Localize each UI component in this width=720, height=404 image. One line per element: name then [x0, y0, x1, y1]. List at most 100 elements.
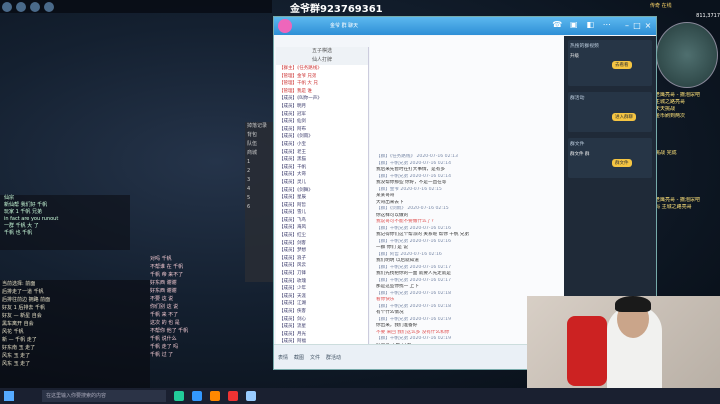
member-row[interactable]: 【成员】阿哲: [276, 202, 368, 210]
wechat-icon[interactable]: [174, 391, 184, 401]
member-row[interactable]: 【成员】老王: [276, 149, 368, 157]
member-row[interactable]: 【成员】明月: [276, 103, 368, 111]
chat-line: 不要 这 说: [150, 296, 174, 302]
member-list[interactable]: 五子棋选 仙人打牌 【群主】《任务路线》 【管理】金爷 兄弟 【管理】千帆 大 …: [276, 47, 369, 363]
side-menu-item[interactable]: 1: [245, 158, 275, 167]
file-button[interactable]: 文件: [310, 354, 320, 361]
member-row[interactable]: 【成员】刀锋: [276, 270, 368, 278]
member-row[interactable]: 【成员】星辰: [276, 194, 368, 202]
member-row[interactable]: 【成员】《剑舞》: [276, 187, 368, 195]
activity-button[interactable]: 群活动: [326, 354, 341, 361]
member-row[interactable]: 【成员】小宝: [276, 141, 368, 149]
watch-button[interactable]: 去看看: [612, 61, 632, 69]
member-row[interactable]: 【成员】风云: [276, 262, 368, 270]
quest-line[interactable]: 天天挑战: [655, 106, 720, 113]
member-row[interactable]: 【成员】阿布: [276, 126, 368, 134]
chat-line: 千帆 过 了: [150, 352, 174, 358]
member-row[interactable]: 【成员】仙剑: [276, 118, 368, 126]
chat-line: 不帮你 他了 千帆: [150, 328, 189, 334]
side-menu-item[interactable]: 队伍: [245, 140, 275, 149]
member-row[interactable]: 【成员】红尘: [276, 232, 368, 240]
chat-line: 好东西 谢谢: [150, 288, 177, 294]
member-row[interactable]: 【成员】冠军: [276, 111, 368, 119]
minimize-icon[interactable]: –: [622, 21, 632, 31]
member-row[interactable]: 【成员】飞鸟: [276, 217, 368, 225]
side-menu-item[interactable]: 4: [245, 185, 275, 194]
video-icon[interactable]: ▣: [569, 19, 580, 31]
quest-line[interactable]: 金币刷到两次: [655, 113, 720, 120]
browser-icon[interactable]: [246, 391, 256, 401]
member-row[interactable]: 【成员】《剑雨》: [276, 133, 368, 141]
member-row[interactable]: 【成员】侠客: [276, 308, 368, 316]
windows-taskbar: 在这里输入你要搜索的内容: [0, 388, 720, 404]
start-icon[interactable]: [4, 391, 14, 401]
files-button[interactable]: 群文件: [612, 159, 632, 167]
side-menu-item[interactable]: 6: [245, 203, 275, 212]
qq-icon[interactable]: [192, 391, 202, 401]
avatar-icon[interactable]: [2, 1, 12, 12]
member-row[interactable]: 【成员】大哥: [276, 171, 368, 179]
group-files-card[interactable]: 群文件 群文件 群 群文件: [568, 138, 652, 178]
quest-line[interactable]: 吗 主城之路亮哥: [655, 204, 720, 211]
member-row[interactable]: 【成员】剑心: [276, 316, 368, 324]
quest-icon[interactable]: [44, 1, 54, 12]
member-row[interactable]: 【群主】《任务路线》: [276, 65, 368, 73]
chat-line: 风花 千帆: [2, 329, 24, 335]
member-row[interactable]: 【成员】海风: [276, 224, 368, 232]
side-menu-item[interactable]: 商城: [245, 149, 275, 158]
phone-icon[interactable]: ☎: [552, 19, 563, 31]
folder-icon[interactable]: [210, 391, 220, 401]
quest-line[interactable]: 挑战 完成: [655, 150, 720, 157]
member-row[interactable]: 【成员】《叫你一声》: [276, 95, 368, 103]
chat-line: 好友 — 新星 自会: [2, 313, 42, 319]
member-row[interactable]: 【成员】雪儿: [276, 209, 368, 217]
member-row[interactable]: 【管理】千帆 大 兄: [276, 80, 368, 88]
member-row[interactable]: 【成员】流星: [276, 323, 368, 331]
member-row[interactable]: 【成员】玫瑰: [276, 278, 368, 286]
quest-line[interactable]: 老鹰亮哥 - 撒泡尿吧: [655, 92, 720, 99]
quest-tracker: 老鹰亮哥 - 撒泡尿吧 主城之路亮哥 天天挑战 金币刷到两次 挑战 完成 老鹰亮…: [655, 92, 720, 282]
emoji-button[interactable]: 表情: [278, 354, 288, 361]
titlebar-tools: ☎ ▣ ◧ ⋯: [552, 19, 612, 33]
group-activity-card[interactable]: 群活动 进入群聊: [568, 92, 652, 132]
hud-online: 传奇 在线: [650, 3, 672, 9]
member-row[interactable]: 【成员】天涯: [276, 293, 368, 301]
member-row[interactable]: 【管理】我是 谁: [276, 88, 368, 96]
member-row[interactable]: 【成员】浪子: [276, 255, 368, 263]
game-icon[interactable]: [228, 391, 238, 401]
skill-icon[interactable]: [30, 1, 40, 12]
more-icon[interactable]: ⋯: [602, 19, 613, 31]
side-menu-item[interactable]: 背包: [245, 131, 275, 140]
member-section-header[interactable]: 仙人打牌: [276, 56, 368, 65]
taskbar-search[interactable]: 在这里输入你要搜索的内容: [42, 390, 166, 402]
side-menu-item[interactable]: 2: [245, 167, 275, 176]
side-menu-item[interactable]: 掉落记录: [245, 122, 275, 131]
member-row[interactable]: 【成员】月光: [276, 331, 368, 339]
side-menu-item[interactable]: 3: [245, 176, 275, 185]
maximize-icon[interactable]: □: [632, 21, 642, 31]
chat-line: 千帆 说什么: [150, 336, 177, 342]
member-section-header[interactable]: 五子棋选: [276, 47, 368, 56]
member-row[interactable]: 【管理】金爷 兄弟: [276, 73, 368, 81]
chat-line: 不帮谁 在 千帆: [150, 264, 184, 270]
quest-line[interactable]: 老鹰亮哥 - 撒泡尿吧: [655, 197, 720, 204]
quest-line[interactable]: 主城之路亮哥: [655, 99, 720, 106]
join-button[interactable]: 进入群聊: [612, 113, 636, 121]
group-avatar[interactable]: [278, 19, 292, 33]
close-icon[interactable]: ×: [643, 21, 653, 31]
side-menu-item[interactable]: 5: [245, 194, 275, 203]
member-row[interactable]: 【成员】灵儿: [276, 179, 368, 187]
member-row[interactable]: 【成员】少年: [276, 285, 368, 293]
minimap[interactable]: [656, 22, 718, 88]
game-chat-log[interactable]: 当前选择: 前面 后排走了一道 千帆 后排往前边 拥路 前面 好友 1 后排去 …: [0, 280, 150, 390]
window-titlebar[interactable]: 金爷 群 聊天 ☎ ▣ ◧ ⋯ – □ ×: [274, 17, 656, 35]
hot-video-card[interactable]: 热搜的群视频 升级 去看看: [568, 40, 652, 86]
member-row[interactable]: 【成员】剑客: [276, 240, 368, 248]
stream-title: 金爷群923769361: [290, 4, 383, 15]
screenshot-button[interactable]: 截图: [294, 354, 304, 361]
member-row[interactable]: 【成员】江湖: [276, 300, 368, 308]
member-row[interactable]: 【成员】千帆: [276, 164, 368, 172]
member-row[interactable]: 【成员】黑猫: [276, 156, 368, 164]
share-screen-icon[interactable]: ◧: [585, 19, 596, 31]
member-row[interactable]: 【成员】梦想: [276, 247, 368, 255]
